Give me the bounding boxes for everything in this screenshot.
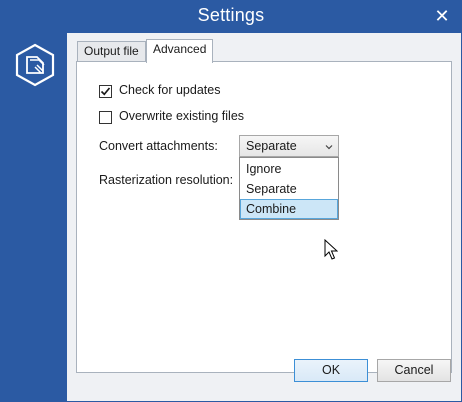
- document-folder-icon: [15, 43, 55, 87]
- rasterization-label: Rasterization resolution:: [99, 173, 234, 187]
- ok-button[interactable]: OK: [294, 359, 368, 382]
- cancel-button[interactable]: Cancel: [377, 359, 451, 382]
- option-ignore[interactable]: Ignore: [240, 159, 338, 179]
- content-area: Output file Advanced Check for updates O…: [67, 33, 461, 401]
- convert-attachments-select[interactable]: Separate: [239, 135, 339, 157]
- convert-attachments-label: Convert attachments:: [99, 139, 218, 153]
- option-combine[interactable]: Combine: [240, 199, 338, 219]
- check-updates-checkbox[interactable]: [99, 85, 112, 98]
- tab-advanced[interactable]: Advanced: [146, 39, 213, 63]
- title-bar[interactable]: Settings ✕: [1, 1, 461, 33]
- check-updates-label: Check for updates: [119, 83, 221, 97]
- option-separate[interactable]: Separate: [240, 179, 338, 199]
- close-icon[interactable]: ✕: [431, 5, 453, 27]
- mouse-cursor-icon: [324, 239, 338, 260]
- overwrite-label: Overwrite existing files: [119, 109, 245, 123]
- left-panel: [1, 33, 67, 401]
- overwrite-checkbox[interactable]: [99, 111, 112, 124]
- dialog-buttons: OK Cancel: [67, 359, 461, 383]
- checkmark-icon: [100, 87, 111, 96]
- tab-output-file[interactable]: Output file: [77, 41, 146, 61]
- chevron-down-icon: [325, 145, 333, 150]
- attachments-dropdown-list: Ignore Separate Combine: [239, 157, 339, 220]
- window-title: Settings: [197, 5, 265, 25]
- settings-window: Settings ✕ Output file Advanced Check fo…: [0, 0, 462, 402]
- select-value: Separate: [246, 139, 297, 153]
